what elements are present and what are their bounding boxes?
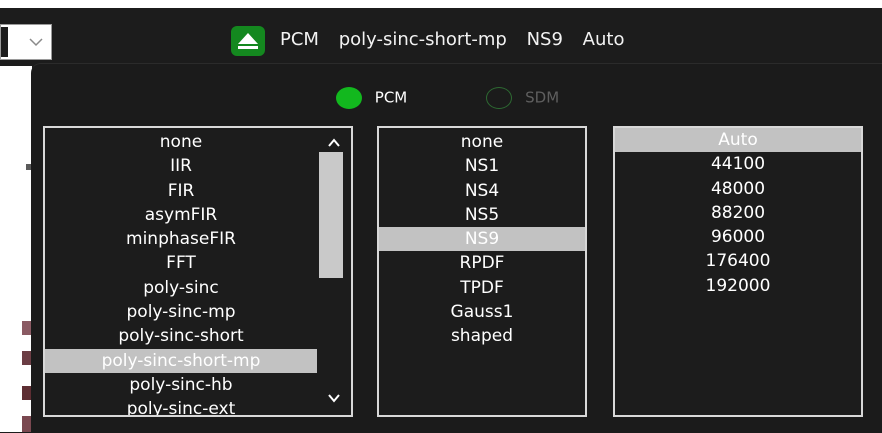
noise-shaper-list[interactable]: none NS1 NS4 NS5 NS9 RPDF TPDF Gauss1 shaped — [377, 126, 587, 417]
shaper-list-item[interactable]: RPDF — [379, 251, 585, 275]
mode-option-label: PCM — [374, 88, 408, 107]
sample-rate-list[interactable]: Auto 44100 48000 88200 96000 176400 192000 — [613, 126, 863, 417]
radio-on-icon — [336, 86, 362, 109]
filter-items: none IIR FIR asymFIR minphaseFIR FFT poly-sinc… — [45, 130, 317, 415]
scroll-thumb[interactable] — [319, 152, 343, 278]
shaper-items: none NS1 NS4 NS5 NS9 RPDF TPDF Gauss1 shaped — [379, 130, 585, 349]
filter-list-item[interactable]: poly-sinc-hb — [45, 373, 317, 397]
rate-list-item[interactable]: 96000 — [615, 225, 861, 249]
mode-selector: PCM SDM — [336, 84, 633, 110]
partial-dropdown[interactable] — [0, 24, 52, 60]
shaper-list-item[interactable]: shaped — [379, 324, 585, 348]
chevron-down-icon — [29, 38, 43, 47]
filter-list-item[interactable]: asymFIR — [45, 203, 317, 227]
summary-mode: PCM — [280, 29, 319, 50]
caret-up-icon — [238, 33, 258, 44]
chevron-down-icon[interactable] — [326, 390, 342, 406]
settings-summary: PCM poly-sinc-short-mp NS9 Auto — [280, 28, 638, 52]
shaper-list-item[interactable]: Gauss1 — [379, 300, 585, 324]
filter-list-item[interactable]: minphaseFIR — [45, 227, 317, 251]
mode-option-pcm[interactable]: PCM — [336, 84, 407, 110]
filter-list-item[interactable]: poly-sinc — [45, 276, 317, 300]
top-bar: PCM poly-sinc-short-mp NS9 Auto — [0, 0, 882, 66]
background-window — [0, 66, 32, 432]
shaper-list-item[interactable]: NS5 — [379, 203, 585, 227]
rate-list-item[interactable]: 88200 — [615, 201, 861, 225]
filter-list-item[interactable]: FIR — [45, 179, 317, 203]
shaper-list-item[interactable]: NS1 — [379, 154, 585, 178]
shaper-list-item[interactable]: TPDF — [379, 276, 585, 300]
mode-option-label: SDM — [525, 88, 560, 107]
summary-shaper: NS9 — [526, 29, 563, 50]
filter-list-item[interactable]: IIR — [45, 154, 317, 178]
rate-list-item[interactable]: 48000 — [615, 177, 861, 201]
summary-rate: Auto — [582, 29, 625, 50]
shaper-list-item[interactable]: NS4 — [379, 179, 585, 203]
dropdown-edge — [1, 27, 8, 57]
filter-scrollbar[interactable] — [317, 128, 351, 415]
rate-list-item[interactable]: Auto — [615, 128, 861, 153]
filter-list-item[interactable]: poly-sinc-ext — [45, 397, 317, 415]
radio-off-icon — [486, 86, 513, 109]
filter-list-item[interactable]: poly-sinc-mp — [45, 300, 317, 324]
rate-list-item[interactable]: 176400 — [615, 249, 861, 273]
filter-list-item[interactable]: poly-sinc-short — [45, 324, 317, 348]
filter-list-item[interactable]: none — [45, 130, 317, 154]
shaper-list-item[interactable]: none — [379, 130, 585, 154]
collapse-panel-button[interactable] — [231, 26, 265, 56]
settings-panel: PCM SDM none IIR FIR asymFIR minphaseFIR FFT p… — [31, 63, 882, 433]
filter-list[interactable]: none IIR FIR asymFIR minphaseFIR FFT poly-sinc… — [43, 126, 353, 417]
rate-list-item[interactable]: 44100 — [615, 152, 861, 176]
rate-list-item[interactable]: 192000 — [615, 274, 861, 298]
summary-filter: poly-sinc-short-mp — [338, 29, 507, 50]
rate-items: Auto 44100 48000 88200 96000 176400 192000 — [615, 128, 861, 298]
window-edge — [0, 0, 882, 8]
chevron-up-icon[interactable] — [326, 135, 342, 151]
filter-list-item[interactable]: poly-sinc-short-mp — [45, 348, 317, 373]
mode-option-sdm[interactable]: SDM — [486, 84, 559, 110]
eject-bar-icon — [238, 46, 258, 49]
filter-list-item[interactable]: FFT — [45, 251, 317, 275]
shaper-list-item[interactable]: NS9 — [379, 227, 585, 252]
